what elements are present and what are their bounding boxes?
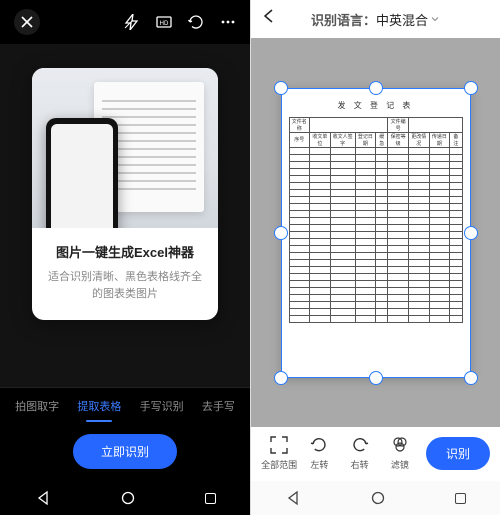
tab-remove-handwriting[interactable]: 去手写 xyxy=(200,394,237,418)
mode-tabs: 拍图取字 提取表格 手写识别 去手写 xyxy=(0,387,250,428)
tab-handwriting[interactable]: 手写识别 xyxy=(138,394,186,418)
crop-handle-br[interactable] xyxy=(464,371,478,385)
card-illustration xyxy=(32,68,218,228)
feature-card: 图片一键生成Excel神器 适合识别清晰、黑色表格线齐全的图表类图片 xyxy=(32,68,218,320)
card-title: 图片一键生成Excel神器 xyxy=(44,242,206,261)
expand-icon xyxy=(269,435,289,455)
document-page[interactable]: 发 文 登 记 表 文件名称文件编号 序号收文单位收文人签字登记日期缓急保密等级… xyxy=(281,88,471,378)
tool-label: 左转 xyxy=(310,458,328,471)
crop-handle-bm[interactable] xyxy=(369,371,383,385)
tool-rotate-right[interactable]: 右转 xyxy=(342,435,378,471)
nav-recent-icon[interactable] xyxy=(455,493,466,504)
crop-handle-bl[interactable] xyxy=(274,371,288,385)
crop-handle-tr[interactable] xyxy=(464,81,478,95)
rotate-right-icon xyxy=(350,435,370,455)
flash-icon[interactable] xyxy=(124,14,140,30)
refresh-icon[interactable] xyxy=(188,14,204,30)
toolbar: 全部范围 左转 右转 滤镜 识别 xyxy=(251,427,500,481)
tool-label: 全部范围 xyxy=(261,458,297,471)
tool-rotate-left[interactable]: 左转 xyxy=(301,435,337,471)
rotate-left-icon xyxy=(309,435,329,455)
filter-icon xyxy=(390,435,410,455)
recognize-button[interactable]: 识别 xyxy=(426,437,490,470)
svg-text:HD: HD xyxy=(160,21,169,27)
crop-handle-ml[interactable] xyxy=(274,226,288,240)
tool-label: 滤镜 xyxy=(391,458,409,471)
tab-extract-table[interactable]: 提取表格 xyxy=(75,394,123,418)
tool-label: 右转 xyxy=(351,458,369,471)
nav-recent-icon[interactable] xyxy=(205,493,216,504)
lang-value[interactable]: 中英混合 xyxy=(376,10,428,29)
recognize-now-button[interactable]: 立即识别 xyxy=(73,434,177,469)
back-button[interactable] xyxy=(261,8,277,27)
crop-handle-mr[interactable] xyxy=(464,226,478,240)
tool-filter[interactable]: 滤镜 xyxy=(382,435,418,471)
android-nav-bar xyxy=(0,481,250,515)
chevron-down-icon xyxy=(430,14,440,24)
close-icon xyxy=(21,16,33,28)
nav-home-icon[interactable] xyxy=(370,490,386,506)
nav-back-icon[interactable] xyxy=(35,490,51,506)
header: 识别语言： 中英混合 xyxy=(251,0,500,38)
crop-frame[interactable] xyxy=(281,88,471,378)
nav-back-icon[interactable] xyxy=(285,490,301,506)
camera-viewport: 图片一键生成Excel神器 适合识别清晰、黑色表格线齐全的图表类图片 xyxy=(0,44,250,387)
android-nav-bar xyxy=(251,481,500,515)
tool-full-range[interactable]: 全部范围 xyxy=(261,435,297,471)
card-description: 适合识别清晰、黑色表格线齐全的图表类图片 xyxy=(44,269,206,302)
crop-handle-tl[interactable] xyxy=(274,81,288,95)
crop-handle-tm[interactable] xyxy=(369,81,383,95)
crop-canvas[interactable]: 发 文 登 记 表 文件名称文件编号 序号收文单位收文人签字登记日期缓急保密等级… xyxy=(251,38,500,427)
hd-icon[interactable]: HD xyxy=(156,14,172,30)
nav-home-icon[interactable] xyxy=(120,490,136,506)
lang-label: 识别语言： xyxy=(311,13,376,28)
close-button[interactable] xyxy=(14,9,40,35)
tab-ocr-text[interactable]: 拍图取字 xyxy=(13,394,61,418)
more-icon[interactable] xyxy=(220,14,236,30)
